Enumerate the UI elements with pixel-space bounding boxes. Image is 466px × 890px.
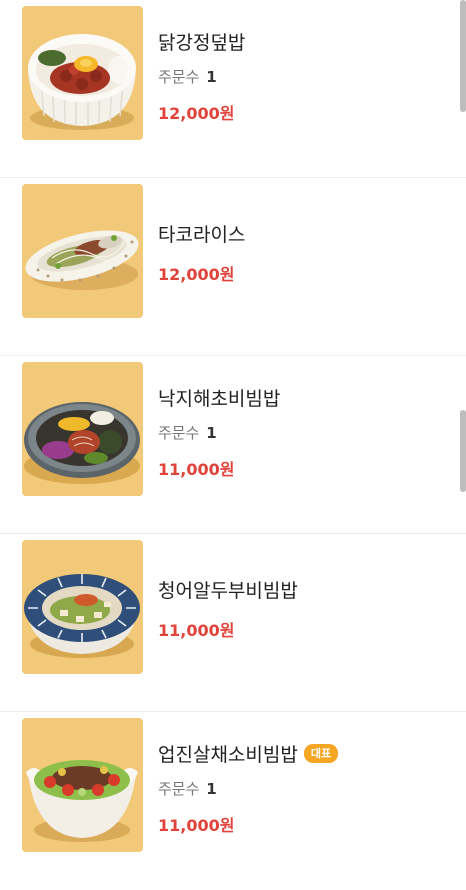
menu-item-1[interactable]: 닭강정덮밥 주문수 1 12,000원	[0, 0, 466, 178]
order-count: 주문수 1	[158, 68, 217, 86]
menu-item-name: 타코라이스	[158, 224, 246, 246]
menu-item-5[interactable]: 업진살채소비빔밥 대표 주문수 1 11,000원	[0, 712, 466, 890]
menu-item-price: 12,000원	[158, 104, 235, 123]
scrollbar-thumb[interactable]	[460, 410, 466, 492]
menu-item-2[interactable]: 타코라이스 12,000원	[0, 178, 466, 356]
menu-item-price: 11,000원	[158, 460, 235, 479]
signature-badge: 대표	[303, 744, 339, 763]
menu-item-image[interactable]	[22, 6, 143, 140]
order-count: 주문수 1	[158, 780, 217, 798]
order-count: 주문수 1	[158, 424, 217, 442]
menu-item-name: 업진살채소비빔밥	[158, 744, 298, 766]
scrollbar-thumb-top[interactable]	[460, 0, 466, 112]
menu-item-price: 12,000원	[158, 265, 235, 284]
menu-item-image[interactable]	[22, 184, 143, 318]
menu-item-image[interactable]	[22, 362, 143, 496]
menu-item-image[interactable]	[22, 540, 143, 674]
menu-item-name: 낙지해초비빔밥	[158, 388, 281, 410]
menu-item-price: 11,000원	[158, 816, 235, 835]
menu-list: 닭강정덮밥 주문수 1 12,000원 타코라이스 12,000원 낙지해초비빔…	[0, 0, 466, 860]
menu-item-4[interactable]: 청어알두부비빔밥 11,000원	[0, 534, 466, 712]
menu-item-name: 닭강정덮밥	[158, 32, 246, 54]
menu-item-price: 11,000원	[158, 621, 235, 640]
menu-item-3[interactable]: 낙지해초비빔밥 주문수 1 11,000원	[0, 356, 466, 534]
menu-item-name: 청어알두부비빔밥	[158, 580, 298, 602]
menu-item-image[interactable]	[22, 718, 143, 852]
